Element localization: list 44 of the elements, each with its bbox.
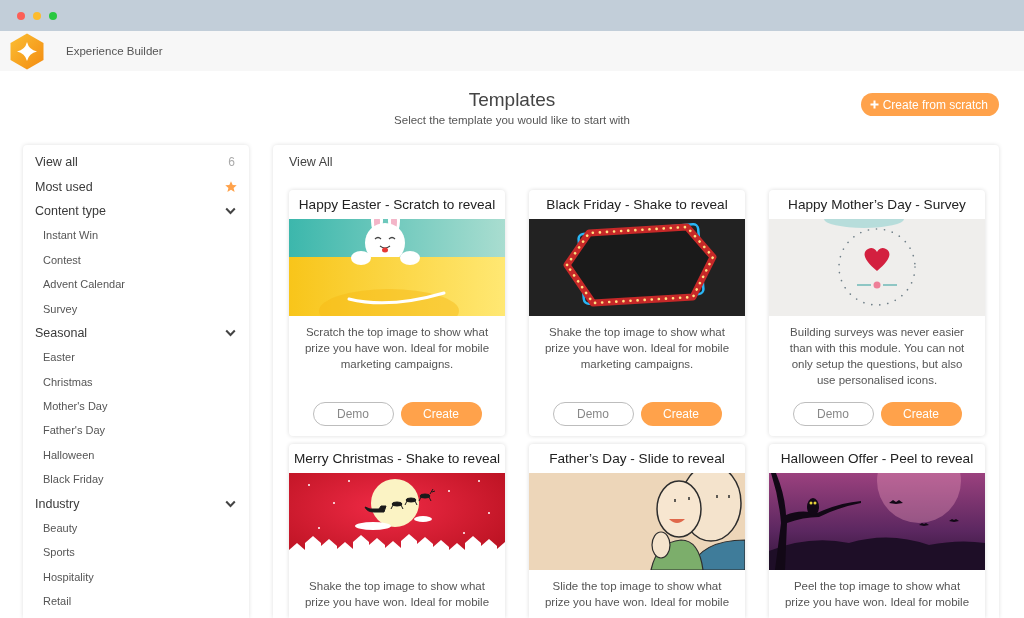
card-description: Shake the top image to show what prize you have won. Ideal for mobile marketing campaigns. [543,325,731,372]
card-title: Father’s Day - Slide to reveal [548,450,726,468]
sidebar-subitem[interactable]: Sports [35,540,237,565]
sidebar-subitem[interactable]: Mother's Day [35,393,237,419]
sidebar-subitem[interactable]: Contest [35,247,237,272]
card-description: Slide the top image to show what prize you have won. Ideal for mobile [543,579,731,610]
card-title: Happy Easter - Scratch to reveal [297,196,497,214]
card-title: Happy Mother’s Day - Survey [787,196,967,214]
demo-button[interactable]: Demo [312,402,394,426]
card-description: Building surveys was never easier than with this module. You can not only setup the questions, but also use personalised icons. [788,325,966,388]
item-count: 6 [228,155,236,170]
sidebar-item[interactable]: View all 6 [35,150,237,175]
sidebar-subitem[interactable]: Survey [35,296,237,321]
card-title: Black Friday - Shake to reveal [545,196,729,214]
sidebar-subitem[interactable]: Instant Win [35,223,237,248]
sidebar-subitem[interactable]: Christmas [35,369,237,394]
sidebar-subitem[interactable]: Retail [35,589,237,614]
card-description: Peel the top image to show what prize you have won. Ideal for mobile [783,579,971,610]
sidebar-subitem[interactable]: Hospitality [35,564,237,590]
sidebar-item[interactable]: Most used [35,174,237,199]
card-description: Shake the top image to show what prize you have won. Ideal for mobile [303,579,491,610]
sidebar-subitem[interactable]: Advent Calendar [35,271,237,297]
chevron-down-icon[interactable] [225,328,236,337]
demo-button[interactable]: Demo [792,402,874,426]
chevron-down-icon[interactable] [225,206,236,215]
sidebar-subitem[interactable]: Halloween [35,442,237,468]
plus-icon [869,100,879,109]
sidebar-subitem[interactable]: Father's Day [35,418,237,443]
card-title: Merry Christmas - Shake to reveal [292,450,502,468]
card-description: Scratch the top image to show what prize you have won. Ideal for mobile marketing campaigns. [303,325,491,372]
demo-button[interactable]: Demo [552,402,634,426]
sidebar-group-header[interactable]: Content type [35,198,237,224]
page-subtitle: Select the template you would like to start with [394,113,630,128]
sidebar-subitem[interactable]: Easter [35,345,237,370]
sidebar-group-header[interactable]: Industry [35,491,237,516]
app-name: Experience Builder [66,45,163,57]
star-icon [225,180,237,193]
sidebar-subitem[interactable]: Beauty [35,515,237,541]
panel-heading: View All [289,155,333,169]
card-title: Halloween Offer - Peel to reveal [779,450,975,468]
sidebar-subitem[interactable]: Black Friday [35,467,237,492]
sidebar-group-header[interactable]: Seasonal [35,320,237,346]
page-title: Templates [467,88,557,112]
chevron-down-icon[interactable] [225,499,236,508]
